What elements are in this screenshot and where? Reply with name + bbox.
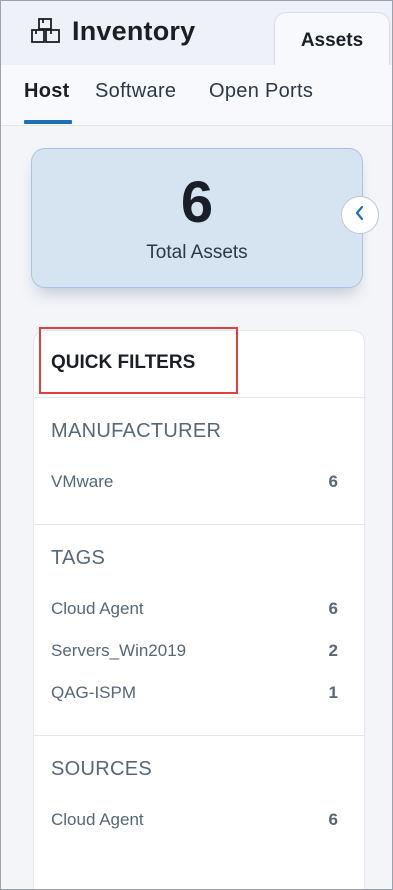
active-subtab-indicator — [24, 120, 72, 124]
filter-item-count: 6 — [328, 599, 338, 618]
filter-item-label[interactable]: QAG-ISPM — [51, 683, 136, 703]
total-assets-label: Total Assets — [146, 242, 248, 263]
filter-item-count: 2 — [328, 641, 338, 660]
quick-filters-title: QUICK FILTERS — [51, 352, 196, 373]
app-title: Inventory — [72, 15, 196, 46]
section-title-tags: TAGS — [51, 547, 106, 569]
filter-item-count: 1 — [328, 683, 338, 702]
total-assets-card[interactable]: 6 Total Assets — [31, 148, 363, 288]
subtab-bar: Host Software Open Ports — [1, 65, 392, 126]
total-assets-value: 6 — [180, 170, 214, 235]
section-title-sources: SOURCES — [51, 758, 153, 780]
subtab-software[interactable]: Software — [95, 80, 176, 103]
section-divider — [34, 397, 364, 398]
filter-item-label[interactable]: VMware — [51, 472, 113, 492]
subtab-host[interactable]: Host — [24, 80, 70, 103]
section-title-manufacturer: MANUFACTURER — [51, 420, 222, 442]
inventory-boxes-icon — [30, 17, 62, 45]
app-header: Inventory Assets — [1, 1, 392, 68]
filter-item-label[interactable]: Cloud Agent — [51, 810, 144, 830]
chevron-left-icon — [353, 205, 367, 226]
subtab-open-ports[interactable]: Open Ports — [209, 80, 313, 103]
filter-item-count: 6 — [328, 810, 338, 829]
filter-item-label[interactable]: Cloud Agent — [51, 599, 144, 619]
section-divider — [34, 524, 364, 525]
collapse-panel-button[interactable] — [341, 196, 379, 234]
app-title-group: Inventory — [30, 13, 195, 49]
filter-item-label[interactable]: Servers_Win2019 — [51, 641, 186, 661]
tab-assets[interactable]: Assets — [274, 12, 390, 68]
section-divider — [34, 735, 364, 736]
filter-item-count: 6 — [328, 472, 338, 491]
